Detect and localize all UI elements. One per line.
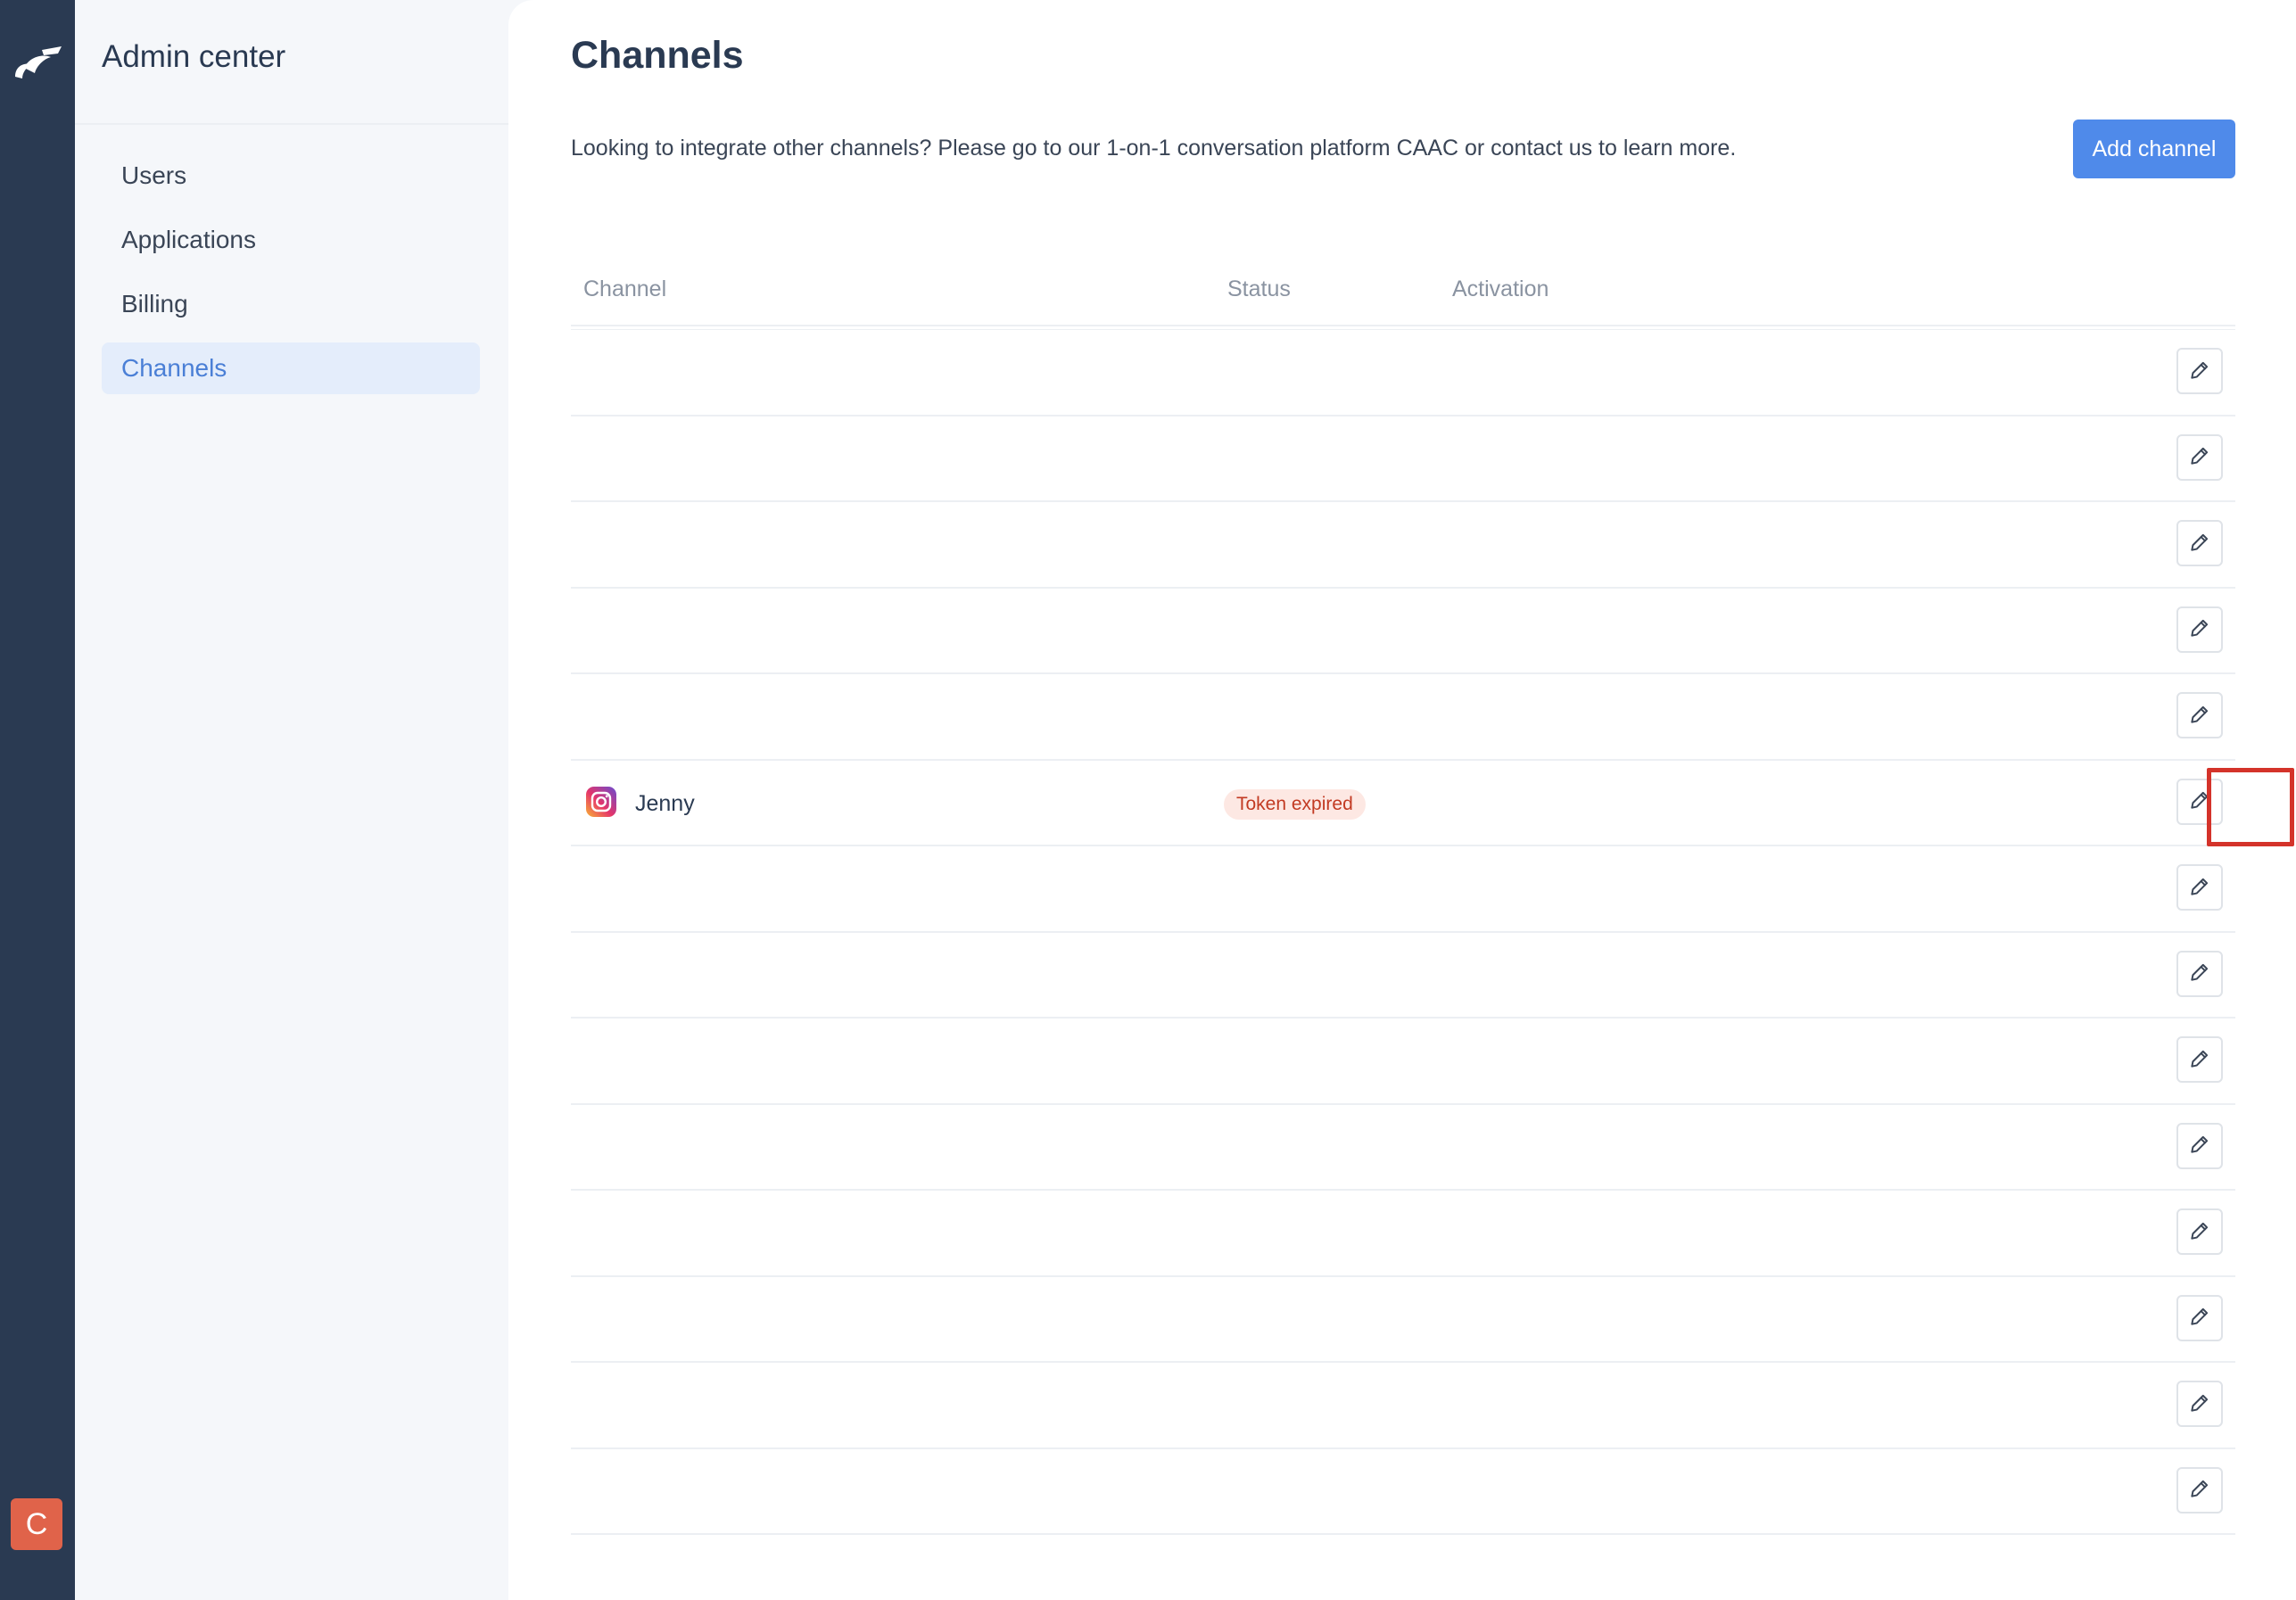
channels-table: Channel Status Activation Jenny Token exp… [571, 264, 2294, 1535]
sidebar-item-applications[interactable]: Applications [102, 214, 480, 266]
instagram-icon [585, 786, 617, 822]
channel-name: Jenny [635, 790, 695, 816]
info-text: Looking to integrate other channels? Ple… [571, 136, 1737, 161]
edit-channel-button[interactable] [2176, 1381, 2223, 1427]
sidebar-item-users[interactable]: Users [102, 150, 480, 202]
table-row: Jenny Token expired [571, 761, 2294, 846]
edit-channel-button[interactable] [2176, 433, 2223, 481]
pencil-icon [2188, 1391, 2211, 1417]
table-body: Jenny Token expired [571, 330, 2294, 1535]
edit-channel-button[interactable] [2176, 1466, 2223, 1513]
table-row [571, 1105, 2235, 1191]
table-row [571, 416, 2235, 502]
column-header-channel[interactable]: Channel [583, 276, 666, 302]
edit-channel-button[interactable] [2176, 1294, 2223, 1341]
table-row [571, 1191, 2235, 1277]
sidebar-item-billing[interactable]: Billing [102, 278, 480, 330]
channel-cell: Jenny [585, 786, 695, 822]
edit-channel-button[interactable] [2176, 1036, 2223, 1083]
pencil-icon [2188, 1219, 2211, 1245]
pencil-icon [2188, 1047, 2211, 1073]
pencil-icon [2188, 531, 2211, 557]
pencil-icon [2188, 444, 2211, 470]
app-rail: C [0, 0, 75, 1600]
pencil-icon [2188, 1305, 2211, 1331]
table-row [571, 330, 2235, 416]
status-badge: Token expired [1224, 788, 1366, 820]
user-avatar[interactable]: C [11, 1498, 62, 1550]
column-header-status[interactable]: Status [1227, 276, 1291, 302]
pencil-icon [2188, 616, 2211, 642]
table-row [571, 933, 2235, 1019]
column-header-activation[interactable]: Activation [1452, 276, 1549, 302]
edit-channel-button[interactable] [2176, 692, 2223, 738]
edit-channel-button[interactable] [2176, 606, 2223, 653]
page-title: Channels [571, 34, 744, 77]
edit-channel-button[interactable] [2176, 520, 2223, 566]
edit-channel-button[interactable] [2176, 1122, 2223, 1169]
table-row [571, 674, 2235, 761]
edit-channel-button[interactable] [2176, 864, 2223, 911]
table-row [571, 1277, 2235, 1363]
pencil-icon [2188, 703, 2211, 729]
pencil-icon [2188, 1133, 2211, 1159]
table-row [571, 1019, 2235, 1105]
admin-sidebar: Admin center Users Applications Billing … [75, 0, 508, 1600]
pencil-icon [2188, 1477, 2211, 1503]
app-logo-icon[interactable] [12, 41, 63, 82]
table-row [571, 846, 2235, 933]
table-row [571, 589, 2235, 674]
pencil-icon [2188, 359, 2211, 384]
table-row [571, 502, 2235, 589]
pencil-icon [2188, 788, 2211, 814]
pencil-icon [2188, 961, 2211, 986]
sidebar-item-channels[interactable]: Channels [102, 342, 480, 394]
sidebar-title: Admin center [102, 39, 286, 74]
add-channel-button[interactable]: Add channel [2073, 120, 2235, 178]
app-root: C Admin center Users Applications Billin… [0, 0, 2296, 1600]
sidebar-divider [75, 123, 508, 125]
edit-channel-button[interactable] [2176, 778, 2223, 825]
pencil-icon [2188, 875, 2211, 901]
edit-channel-button[interactable] [2176, 348, 2223, 394]
main-panel: Channels Looking to integrate other chan… [508, 0, 2296, 1600]
table-header: Channel Status Activation [571, 264, 2235, 326]
table-row [571, 1363, 2235, 1449]
table-row [571, 1449, 2235, 1535]
edit-channel-button[interactable] [2176, 950, 2223, 997]
edit-channel-button[interactable] [2176, 1208, 2223, 1255]
